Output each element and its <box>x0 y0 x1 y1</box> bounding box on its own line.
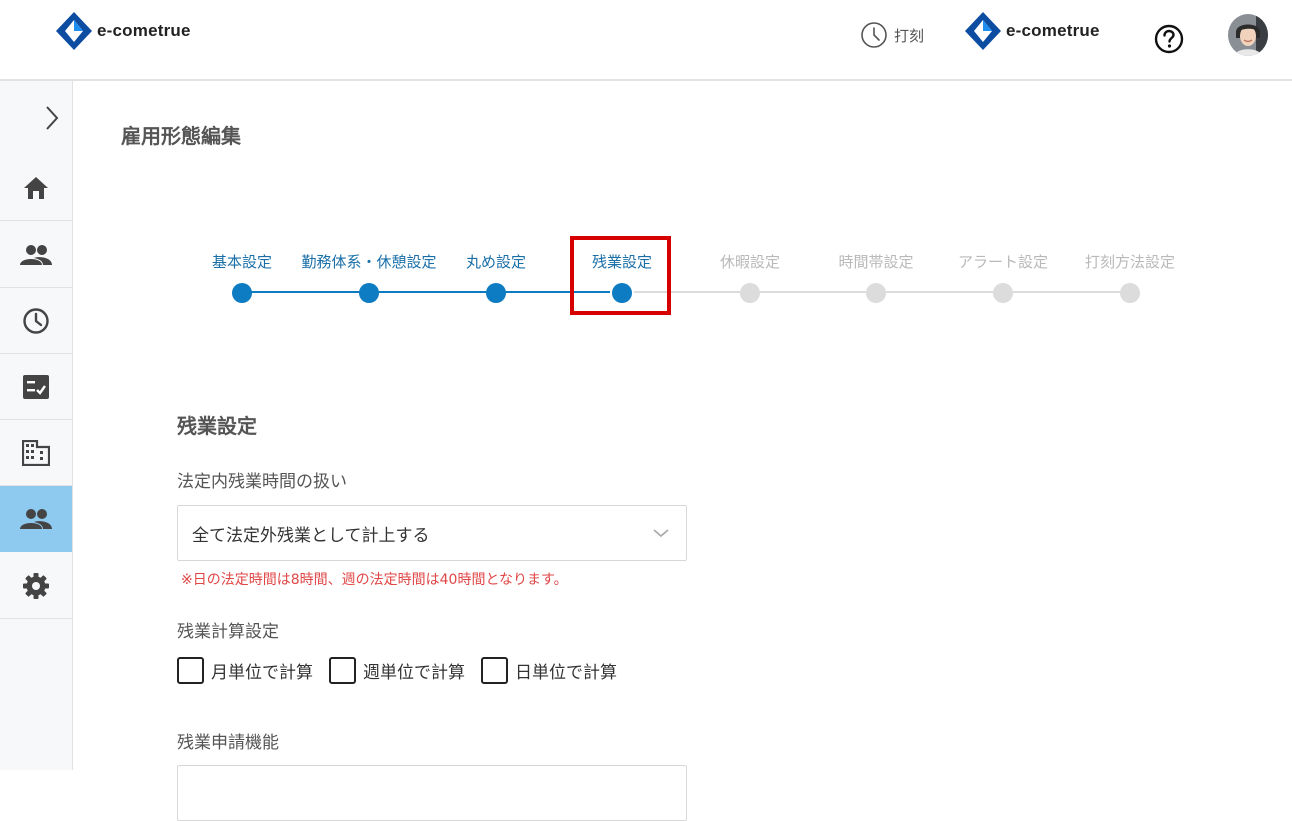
legal-hours-note: ※日の法定時間は8時間、週の法定時間は40時間となります。 <box>181 572 568 588</box>
legal-overtime-select[interactable]: 全て法定外残業として計上する <box>177 505 687 561</box>
step-dot <box>740 283 760 303</box>
calc-daily-checkbox[interactable]: 日単位で計算 <box>481 657 617 684</box>
user-avatar[interactable] <box>1228 14 1268 56</box>
help-button[interactable] <box>1154 24 1184 58</box>
section-title: 残業設定 <box>177 414 257 438</box>
legal-overtime-label: 法定内残業時間の扱い <box>177 472 347 492</box>
checkbox-label: 週単位で計算 <box>363 663 465 683</box>
checkbox-label: 月単位で計算 <box>211 663 313 683</box>
gear-icon <box>23 572 49 599</box>
step-dot <box>359 283 379 303</box>
sidebar-item-settings[interactable] <box>0 553 72 619</box>
brand-logo: e-cometrue <box>965 12 1100 50</box>
sidebar <box>0 81 73 770</box>
logo-mark-icon <box>965 12 1001 50</box>
step-dot <box>612 283 632 303</box>
clock-icon <box>23 307 49 334</box>
people-icon <box>20 244 52 265</box>
clock-icon <box>861 22 887 48</box>
checkbox-box[interactable] <box>177 657 204 684</box>
step-dot <box>866 283 886 303</box>
punch-label: 打刻 <box>894 26 925 45</box>
step-dot <box>993 283 1013 303</box>
sidebar-expand-button[interactable] <box>0 81 72 155</box>
avatar-icon <box>1228 14 1268 56</box>
checkbox-box[interactable] <box>481 657 508 684</box>
home-icon <box>24 176 48 199</box>
sidebar-item-employment-types[interactable] <box>0 486 72 552</box>
calc-weekly-checkbox[interactable]: 週単位で計算 <box>329 657 465 684</box>
chevron-down-icon <box>653 529 669 538</box>
step-punch-method[interactable]: 打刻方法設定 <box>1050 240 1210 303</box>
logo-mark-icon <box>56 12 92 50</box>
app-header: e-cometrue 打刻 e-cometrue <box>0 0 1292 81</box>
overtime-request-label: 残業申請機能 <box>177 733 279 753</box>
building-icon <box>22 439 50 466</box>
step-dot <box>486 283 506 303</box>
people-icon <box>20 508 52 529</box>
sidebar-item-employees[interactable] <box>0 222 72 288</box>
sidebar-item-home[interactable] <box>0 155 72 221</box>
step-dot <box>232 283 252 303</box>
checklist-icon <box>23 374 49 399</box>
punch-button[interactable]: 打刻 <box>860 21 924 49</box>
overtime-request-select[interactable] <box>177 765 687 821</box>
help-icon <box>1154 24 1184 54</box>
sidebar-item-company[interactable] <box>0 420 72 486</box>
brand-logo-text: e-cometrue <box>1006 21 1100 40</box>
setup-stepper: 基本設定 勤務体系・休憩設定 丸め設定 残業設定 休暇設定 時間帯設定 アラート… <box>180 240 1200 320</box>
checkbox-box[interactable] <box>329 657 356 684</box>
page-title: 雇用形態編集 <box>121 124 241 148</box>
stepper-progress-line <box>242 291 622 293</box>
legal-overtime-value: 全て法定外残業として計上する <box>192 525 430 546</box>
sidebar-item-approvals[interactable] <box>0 354 72 420</box>
app-logo[interactable]: e-cometrue <box>56 12 191 50</box>
calc-monthly-checkbox[interactable]: 月単位で計算 <box>177 657 313 684</box>
step-dot <box>1120 283 1140 303</box>
logo-text: e-cometrue <box>97 21 191 40</box>
calc-settings-label: 残業計算設定 <box>177 622 279 642</box>
chevron-right-icon <box>46 106 59 130</box>
calc-options: 月単位で計算 週単位で計算 日単位で計算 <box>177 657 633 684</box>
sidebar-item-attendance[interactable] <box>0 288 72 354</box>
checkbox-label: 日単位で計算 <box>515 663 617 683</box>
step-label: 打刻方法設定 <box>1084 253 1175 271</box>
